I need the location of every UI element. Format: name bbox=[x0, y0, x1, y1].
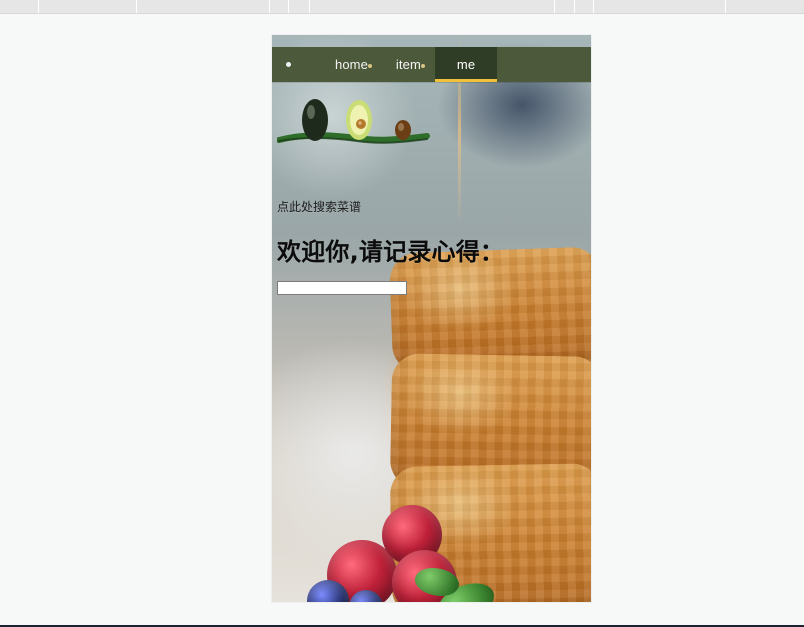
phone-preview: home item me 点此处搜索菜谱 欢迎你,请记录心得： bbox=[272, 35, 591, 602]
nav-item-home[interactable]: home bbox=[321, 47, 382, 82]
nav-inner: home item me bbox=[272, 47, 591, 82]
toolbar-separator bbox=[38, 0, 39, 13]
nav-marker-dot-icon bbox=[420, 64, 425, 68]
nav-item-label: me bbox=[456, 57, 476, 72]
toolbar-separator bbox=[269, 0, 270, 13]
toolbar-separator bbox=[554, 0, 555, 13]
nav-leading-dot-icon bbox=[286, 62, 291, 67]
nav-item-item[interactable]: item bbox=[382, 47, 435, 82]
avocado-logo-icon bbox=[277, 99, 430, 144]
nav-item-label: item bbox=[395, 57, 421, 72]
welcome-heading: 欢迎你,请记录心得： bbox=[277, 238, 505, 266]
top-toolbar-strip bbox=[0, 0, 804, 14]
search-recipe-link[interactable]: 点此处搜索菜谱 bbox=[277, 198, 361, 215]
toolbar-separator bbox=[309, 0, 310, 13]
top-navigation: home item me bbox=[272, 47, 591, 82]
toolbar-separator bbox=[136, 0, 137, 13]
toolbar-separator bbox=[574, 0, 575, 13]
berries-cluster bbox=[307, 470, 517, 602]
nav-marker-dot-icon bbox=[367, 64, 372, 68]
toolbar-separator bbox=[593, 0, 594, 13]
nav-item-label: home bbox=[335, 57, 368, 72]
notes-input[interactable] bbox=[277, 281, 407, 295]
toolbar-separator bbox=[288, 0, 289, 13]
toolbar-separator bbox=[725, 0, 726, 13]
nav-item-me[interactable]: me bbox=[434, 47, 498, 82]
